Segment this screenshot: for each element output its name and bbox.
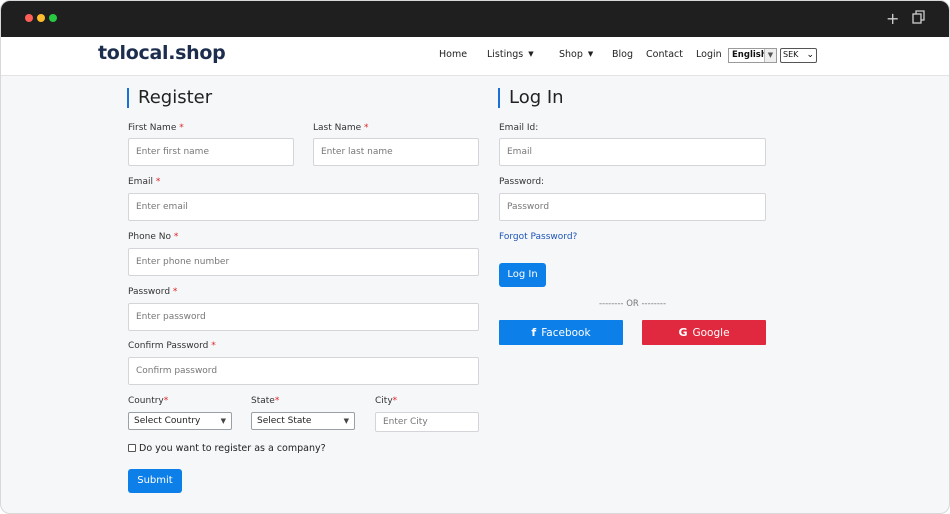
state-label-text: State (251, 396, 275, 406)
login-email-input[interactable]: Email (499, 138, 766, 166)
password-input[interactable]: Enter password (128, 303, 479, 331)
facebook-button[interactable]: f Facebook (499, 320, 623, 345)
required-mark: * (163, 396, 169, 406)
confirm-password-label-text: Confirm Password (128, 341, 209, 351)
close-window-dot[interactable] (25, 14, 33, 22)
state-select[interactable]: Select State ▼ (251, 412, 355, 430)
email-label-text: Email (128, 177, 153, 187)
login-heading: Log In (498, 88, 564, 108)
country-select-value: Select Country (134, 416, 201, 426)
nav-blog-label: Blog (612, 49, 633, 60)
register-heading: Register (127, 88, 212, 108)
nav-shop-label: Shop (559, 49, 583, 60)
google-button-label: Google (692, 327, 730, 339)
nav-home-label: Home (439, 49, 468, 60)
phone-label: Phone No * (128, 232, 178, 242)
company-checkbox[interactable] (128, 444, 136, 452)
facebook-button-label: Facebook (541, 327, 591, 339)
currency-select[interactable]: SEK ⌄ (780, 48, 817, 63)
currency-value: SEK (783, 50, 799, 59)
country-label-text: Country (128, 396, 164, 406)
nav-home[interactable]: Home (439, 49, 467, 60)
language-select[interactable]: English ▼ (728, 48, 777, 63)
caret-down-icon: ▼ (587, 50, 594, 58)
password-label: Password * (128, 287, 177, 297)
or-divider: -------- OR -------- (598, 299, 667, 309)
caret-down-icon: ▼ (528, 50, 534, 58)
required-mark: * (211, 341, 216, 351)
submit-button[interactable]: Submit (128, 469, 182, 493)
email-label: Email * (128, 177, 160, 187)
city-input[interactable]: Enter City (375, 412, 479, 432)
login-button[interactable]: Log In (499, 263, 546, 287)
nav-blog[interactable]: Blog (612, 49, 633, 60)
phone-input[interactable]: Enter phone number (128, 248, 479, 276)
required-mark: * (392, 396, 398, 406)
last-name-label-text: Last Name (313, 123, 362, 133)
phone-label-text: Phone No (128, 232, 171, 242)
company-checkbox-label: Do you want to register as a company? (139, 443, 326, 454)
password-label-text: Password (128, 287, 171, 297)
first-name-input[interactable]: Enter first name (128, 138, 294, 166)
browser-titlebar: + (1, 1, 949, 37)
maximize-window-dot[interactable] (49, 14, 57, 22)
country-label: Country* (128, 396, 168, 406)
browser-window: + tolocal.shop Home Listings ▼ Shop ▼ Blog… (0, 0, 950, 514)
site-logo[interactable]: tolocal.shop (98, 42, 226, 64)
google-button[interactable]: G Google (642, 320, 766, 345)
required-mark: * (155, 177, 161, 187)
minimize-window-dot[interactable] (37, 14, 45, 22)
state-select-value: Select State (257, 416, 312, 426)
dropdown-arrow-icon: ▼ (220, 417, 226, 425)
email-input[interactable]: Enter email (128, 193, 479, 221)
dropdown-arrow-icon: ▼ (343, 417, 349, 425)
forgot-password-link[interactable]: Forgot Password? (499, 232, 577, 242)
nav-shop[interactable]: Shop ▼ (559, 49, 593, 60)
plus-icon[interactable]: + (886, 9, 899, 29)
dropdown-arrow-icon: ▼ (764, 49, 776, 62)
state-label: State* (251, 396, 279, 406)
required-mark: * (364, 123, 369, 133)
required-mark: * (274, 396, 280, 406)
facebook-icon: f (531, 326, 537, 339)
confirm-password-label: Confirm Password * (128, 341, 216, 351)
first-name-label: First Name * (128, 123, 184, 133)
last-name-input[interactable]: Enter last name (313, 138, 479, 166)
login-password-label: Password: (499, 177, 545, 187)
first-name-label-text: First Name (128, 123, 177, 133)
required-mark: * (172, 287, 178, 297)
copy-icon[interactable] (912, 9, 925, 29)
nav-login[interactable]: Login (696, 49, 722, 60)
required-mark: * (179, 123, 184, 133)
nav-login-label: Login (696, 49, 722, 60)
site-navbar: tolocal.shop Home Listings ▼ Shop ▼ Blog C… (1, 37, 949, 76)
login-password-input[interactable]: Password (499, 193, 766, 221)
required-mark: * (173, 232, 179, 242)
nav-listings-label: Listings (487, 49, 524, 60)
nav-contact[interactable]: Contact (646, 49, 683, 60)
chevron-down-icon: ⌄ (806, 50, 814, 60)
login-email-label: Email Id: (499, 123, 539, 133)
confirm-password-input[interactable]: Confirm password (128, 357, 479, 385)
language-value: English (732, 50, 767, 60)
city-label: City* (375, 396, 397, 406)
city-label-text: City (375, 396, 393, 406)
country-select[interactable]: Select Country ▼ (128, 412, 232, 430)
nav-contact-label: Contact (646, 49, 683, 60)
google-icon: G (678, 326, 688, 339)
nav-listings[interactable]: Listings ▼ (487, 49, 534, 60)
last-name-label: Last Name * (313, 123, 369, 133)
